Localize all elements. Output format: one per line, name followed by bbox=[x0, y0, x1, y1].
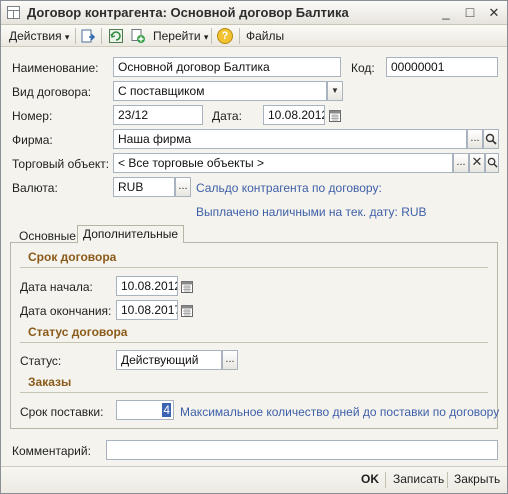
start-date-label: Дата начала: bbox=[20, 280, 93, 294]
firm-select-button[interactable]: ... bbox=[467, 129, 483, 149]
delivery-term-field[interactable]: 4 bbox=[116, 400, 174, 420]
section-divider bbox=[20, 392, 488, 393]
currency-label: Валюта: bbox=[12, 181, 58, 195]
contract-dialog-window: Договор контрагента: Основной договор Ба… bbox=[0, 0, 508, 494]
status-select-button[interactable]: ... bbox=[222, 350, 238, 370]
window-title: Договор контрагента: Основной договор Ба… bbox=[27, 5, 349, 20]
calendar-icon[interactable] bbox=[327, 105, 343, 125]
start-date-field[interactable]: 10.08.2012 bbox=[116, 276, 178, 296]
number-field[interactable]: 23/12 bbox=[113, 105, 203, 125]
firm-label: Фирма: bbox=[12, 133, 53, 147]
reread-icon[interactable] bbox=[108, 28, 124, 44]
toolbar-divider bbox=[75, 28, 76, 44]
write-close-icon[interactable] bbox=[80, 28, 96, 44]
toolbar-divider bbox=[239, 28, 240, 44]
tab-additional[interactable]: Дополнительные bbox=[77, 225, 184, 243]
close-dialog-button[interactable]: Закрыть bbox=[454, 472, 500, 486]
goto-menu[interactable]: Перейти ▾ bbox=[153, 28, 208, 44]
dialog-footer: OK Записать Закрыть bbox=[1, 466, 507, 493]
end-date-label: Дата окончания: bbox=[20, 304, 112, 318]
calendar-icon[interactable] bbox=[179, 276, 195, 296]
ok-button[interactable]: OK bbox=[361, 472, 379, 486]
files-button[interactable]: Файлы bbox=[246, 28, 284, 44]
code-label: Код: bbox=[351, 61, 375, 75]
end-date-field[interactable]: 10.08.2017 bbox=[116, 300, 178, 320]
copy-icon[interactable] bbox=[130, 28, 146, 44]
code-field[interactable]: 00000001 bbox=[386, 57, 498, 77]
footer-divider bbox=[385, 472, 386, 488]
actions-menu[interactable]: Действия ▾ bbox=[9, 28, 69, 44]
delivery-term-label: Срок поставки: bbox=[20, 405, 104, 419]
goto-label: Перейти bbox=[153, 29, 201, 43]
term-section-title: Срок договора bbox=[28, 250, 117, 264]
help-icon[interactable]: ? bbox=[217, 28, 233, 44]
chevron-down-icon: ▾ bbox=[64, 32, 70, 42]
date-label: Дата: bbox=[212, 109, 242, 123]
search-icon[interactable] bbox=[485, 153, 499, 173]
toolbar: Действия ▾ Перейти ▾ ? Файлы bbox=[1, 25, 507, 47]
trade-object-label: Торговый объект: bbox=[12, 157, 110, 171]
close-button[interactable]: ✕ bbox=[485, 4, 503, 21]
actions-label: Действия bbox=[9, 29, 62, 43]
delivery-term-value: 4 bbox=[162, 403, 171, 417]
trade-object-field[interactable]: < Все торговые объекты > bbox=[113, 153, 453, 173]
comment-label: Комментарий: bbox=[12, 444, 91, 458]
footer-divider bbox=[447, 472, 448, 488]
delivery-term-hint: Максимальное количество дней до поставки… bbox=[180, 405, 500, 419]
orders-section-title: Заказы bbox=[28, 375, 72, 389]
currency-select-button[interactable]: ... bbox=[175, 177, 191, 197]
toolbar-divider bbox=[101, 28, 102, 44]
name-label: Наименование: bbox=[12, 61, 99, 75]
status-label: Статус: bbox=[20, 354, 62, 368]
save-button[interactable]: Записать bbox=[393, 472, 444, 486]
maximize-button[interactable]: □ bbox=[461, 4, 479, 21]
comment-field[interactable] bbox=[106, 440, 498, 460]
chevron-down-icon: ▾ bbox=[203, 32, 209, 42]
title-bar: Договор контрагента: Основной договор Ба… bbox=[1, 1, 507, 25]
section-divider bbox=[20, 267, 488, 268]
section-divider bbox=[20, 342, 488, 343]
toolbar-divider bbox=[211, 28, 212, 44]
calendar-icon[interactable] bbox=[179, 300, 195, 320]
chevron-down-icon[interactable]: ▼ bbox=[327, 81, 343, 101]
status-field[interactable]: Действующий bbox=[116, 350, 222, 370]
firm-field[interactable]: Наша фирма bbox=[113, 129, 467, 149]
date-field[interactable]: 10.08.2012 bbox=[263, 105, 325, 125]
currency-field[interactable]: RUB bbox=[113, 177, 175, 197]
search-icon[interactable] bbox=[483, 129, 499, 149]
cash-paid-link[interactable]: Выплачено наличными на тек. дату: RUB bbox=[196, 205, 427, 219]
minimize-button[interactable]: _ bbox=[437, 4, 455, 21]
trade-object-select-button[interactable]: ... bbox=[453, 153, 469, 173]
status-section-title: Статус договора bbox=[28, 325, 128, 339]
contract-kind-label: Вид договора: bbox=[12, 85, 92, 99]
balance-link[interactable]: Сальдо контрагента по договору: bbox=[196, 181, 382, 195]
table-icon bbox=[7, 6, 20, 19]
clear-icon[interactable]: ✕ bbox=[469, 153, 485, 173]
number-label: Номер: bbox=[12, 109, 53, 123]
name-field[interactable]: Основной договор Балтика bbox=[113, 57, 341, 77]
contract-kind-select[interactable]: С поставщиком bbox=[113, 81, 327, 101]
